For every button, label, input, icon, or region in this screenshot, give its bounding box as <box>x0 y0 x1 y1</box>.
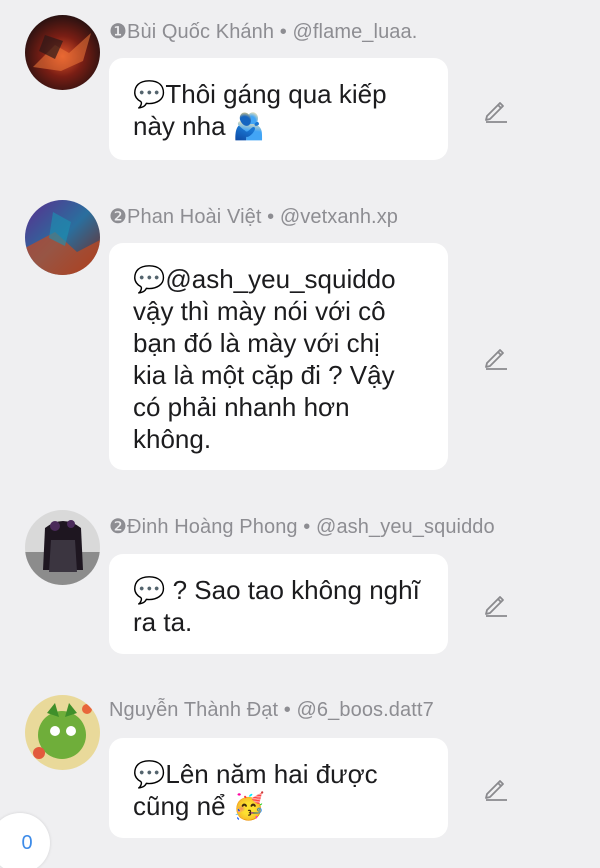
comment-count-badge[interactable]: 0 <box>0 813 50 868</box>
comment-text: 💬Lên năm hai được cũng nể 🥳 <box>133 759 378 821</box>
avatar-image <box>25 200 100 275</box>
comment-text: 💬 ? Sao tao không nghĩ ra ta. <box>133 575 420 637</box>
comment-bubble: 💬Thôi gáng qua kiếp này nha 🫂 <box>109 58 448 160</box>
comment-author[interactable]: ❷Đinh Hoàng Phong • @ash_yeu_squiddo <box>109 514 495 539</box>
comment-feed: ❶Bùi Quốc Khánh • @flame_luaa. 💬Thôi gán… <box>0 0 600 868</box>
comment-author[interactable]: Nguyễn Thành Đạt • @6_boos.datt7 <box>109 699 434 722</box>
avatar[interactable] <box>25 695 100 770</box>
comment-text: 💬Thôi gáng qua kiếp này nha 🫂 <box>133 79 387 141</box>
comment-bubble: 💬 ? Sao tao không nghĩ ra ta. <box>109 554 448 654</box>
pencil-icon[interactable] <box>483 591 509 617</box>
comment-bubble: 💬Lên năm hai được cũng nể 🥳 <box>109 738 448 838</box>
pencil-icon[interactable] <box>483 775 509 801</box>
avatar[interactable] <box>25 15 100 90</box>
avatar-image <box>25 15 100 90</box>
avatar[interactable] <box>25 200 100 275</box>
pencil-icon[interactable] <box>483 344 509 370</box>
avatar[interactable] <box>25 510 100 585</box>
comment-author[interactable]: ❷Phan Hoài Việt • @vetxanh.xp <box>109 204 398 229</box>
avatar-image <box>25 510 100 585</box>
pencil-icon[interactable] <box>483 97 509 123</box>
comment-bubble: 💬@ash_yeu_squiddo vậy thì mày nói với cô… <box>109 243 448 470</box>
comment-author[interactable]: ❶Bùi Quốc Khánh • @flame_luaa. <box>109 19 417 44</box>
comment-text: 💬@ash_yeu_squiddo vậy thì mày nói với cô… <box>133 264 396 454</box>
avatar-image <box>25 695 100 770</box>
